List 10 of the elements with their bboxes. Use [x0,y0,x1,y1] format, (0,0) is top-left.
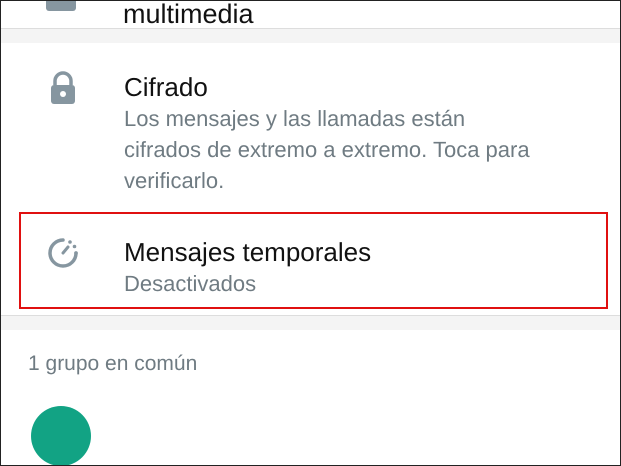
media-icon [46,1,76,11]
groups-heading: 1 grupo en común [28,352,198,376]
setting-title: Cifrado [124,71,209,103]
media-row-title[interactable]: multimedia [123,1,254,28]
setting-subtitle: Los mensajes y las llamadas están cifrados de extremo a extremo. Toca para verificarlo. [124,105,531,195]
timer-icon [46,236,80,270]
setting-subtitle: Desactivados [124,270,258,298]
setting-row[interactable]: Cifrado Los mensajes y las llamadas están cifrados de extremo a extremo. Toca para verificarlo. [19,47,608,212]
highlighted-setting-row[interactable]: Mensajes temporales Desactivados [19,212,608,309]
setting-title: Mensajes temporales [124,236,372,268]
